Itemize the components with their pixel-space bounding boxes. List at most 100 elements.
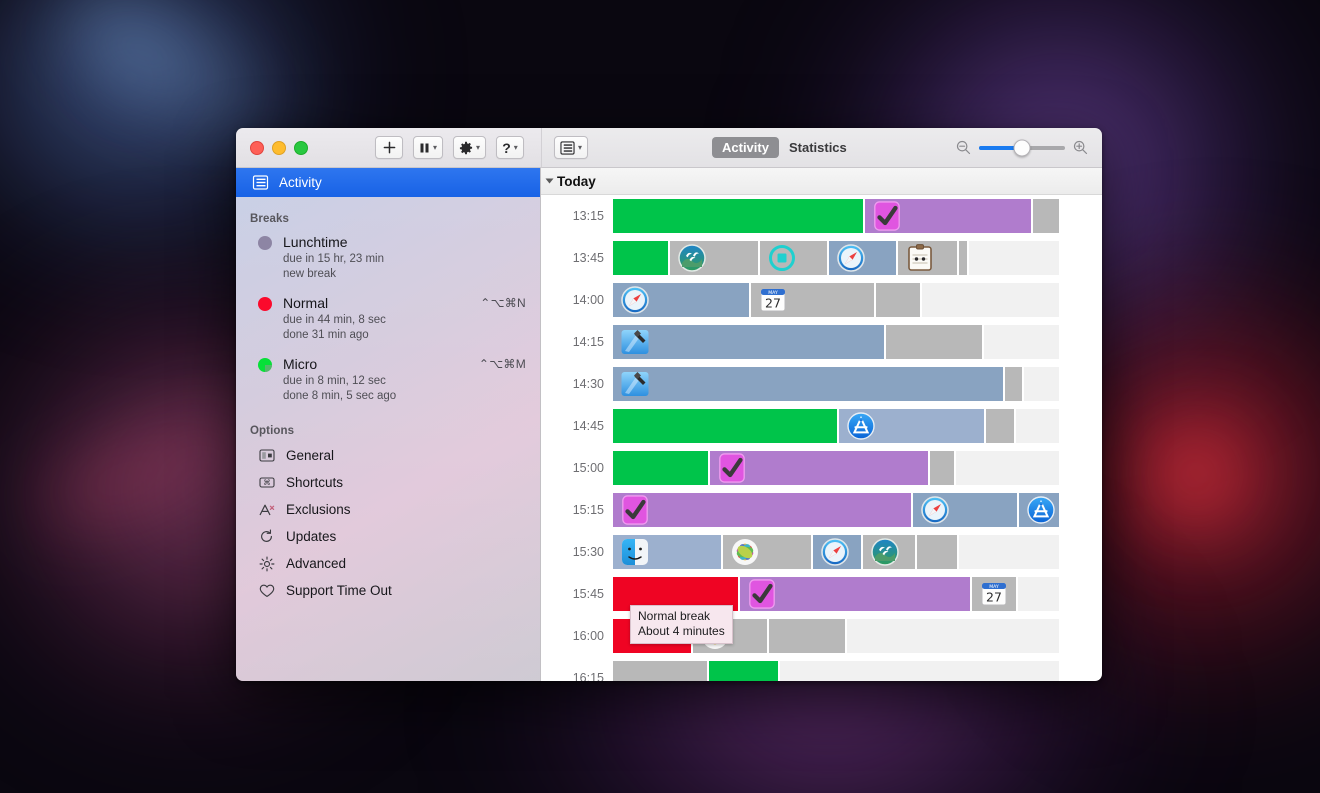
timeline-segment-app-gray[interactable] [1005, 367, 1022, 401]
timeline-segment-lunch-break[interactable] [613, 493, 911, 527]
timeline-segment-app-gray[interactable]: MAY 27 [751, 283, 874, 317]
break-due: due in 15 hr, 23 min [283, 253, 385, 265]
tab-activity[interactable]: Activity [712, 137, 779, 158]
timeline-segment-app-gray[interactable] [917, 535, 957, 569]
timeline-segment-lunch-break[interactable] [865, 199, 1031, 233]
break-item-normal[interactable]: Normal due in 44 min, 8 sec done 31 min … [236, 291, 540, 352]
timeline-segment-idle[interactable] [922, 283, 1059, 317]
timeline-segment-app-blue[interactable] [613, 367, 1003, 401]
timeline-segment-micro-break[interactable] [613, 241, 668, 275]
timeline-segment-lunch-break[interactable] [740, 577, 970, 611]
photos-icon [732, 539, 758, 565]
timeline-segment-app-blue[interactable] [613, 325, 884, 359]
timeline-segment-idle[interactable] [1018, 577, 1059, 611]
timeline-segment-app-gray[interactable] [886, 325, 982, 359]
timeline-segment-app-blue[interactable] [813, 535, 861, 569]
timeline-row-time: 13:45 [572, 251, 604, 265]
timeline-segment-app-gray[interactable] [930, 451, 954, 485]
timeline-segment-app-gray[interactable] [1033, 199, 1059, 233]
timeline-segment-lunch-break[interactable] [710, 451, 928, 485]
zoom-button[interactable] [294, 140, 308, 155]
gear-icon [459, 141, 473, 154]
break-color-dot [258, 236, 272, 250]
sidebar-item-shortcuts[interactable]: ⌘ Shortcuts [236, 469, 540, 496]
zoom-slider[interactable] [979, 139, 1065, 156]
break-status: new break [283, 267, 337, 280]
tab-statistics[interactable]: Statistics [779, 137, 857, 158]
pause-button[interactable]: ▾ [413, 136, 444, 159]
chevron-down-icon: ▾ [578, 142, 583, 152]
break-text: Micro due in 8 min, 12 sec done 8 min, 5… [283, 356, 396, 403]
tooltip-line-1: Normal break [638, 609, 711, 623]
timeline-segment-app-gray[interactable] [876, 283, 920, 317]
zoom-in-icon[interactable] [1073, 140, 1088, 155]
checkmark-icon [749, 579, 775, 609]
settings-button[interactable]: ▾ [453, 136, 487, 159]
heart-icon [258, 582, 275, 599]
disclosure-triangle-icon[interactable] [545, 178, 554, 184]
timeline-segment-app-blue[interactable] [829, 241, 896, 275]
sidebar-item-general[interactable]: General [236, 442, 540, 469]
timeline-segment-app-gray[interactable] [760, 241, 827, 275]
zoom-slider-knob[interactable] [1013, 139, 1031, 156]
timeline-row-time: 15:00 [572, 461, 604, 475]
add-break-button[interactable] [375, 136, 403, 159]
timeline-row: 15:30 [541, 531, 1102, 573]
timeline-group-header[interactable]: Today [541, 168, 1102, 195]
sidebar-item-updates[interactable]: Updates [236, 523, 540, 550]
safari-icon [821, 538, 849, 566]
close-button[interactable] [250, 140, 264, 155]
timeline-segment-app-blue[interactable] [913, 493, 1017, 527]
sidebar-item-support-time-out[interactable]: Support Time Out [236, 577, 540, 604]
sidebar-item-advanced[interactable]: Advanced [236, 550, 540, 577]
xcode-icon [621, 330, 649, 354]
timeline-segment-idle[interactable] [847, 619, 1059, 653]
plus-icon [383, 141, 395, 154]
timeline-segment-micro-break[interactable] [613, 451, 708, 485]
timeline-segment-app-gray[interactable] [986, 409, 1014, 443]
timeline-segment-idle[interactable] [956, 451, 1059, 485]
timeline-segment-app-gray[interactable]: MAY 27 [972, 577, 1016, 611]
break-color-dot [258, 358, 272, 372]
timeline-segment-app-gray[interactable] [959, 241, 967, 275]
timeline-segment-app-gray[interactable] [898, 241, 957, 275]
view-options-button[interactable]: ▾ [554, 136, 589, 159]
timeline-segment-app-blue[interactable] [1019, 493, 1059, 527]
xcode-icon [621, 372, 649, 396]
svg-text:⌘: ⌘ [263, 478, 271, 487]
break-name: Normal [283, 295, 329, 311]
timeline-segment-idle[interactable] [1016, 409, 1059, 443]
timeline-segment-app-gray[interactable] [670, 241, 758, 275]
timeline-segment-idle[interactable] [1024, 367, 1059, 401]
safari-icon [621, 286, 649, 314]
timeline-segment-app-bluelt[interactable] [839, 409, 984, 443]
timeline-segment-micro-break[interactable] [709, 661, 778, 681]
break-item-micro[interactable]: Micro due in 8 min, 12 sec done 8 min, 5… [236, 352, 540, 413]
break-item-lunchtime[interactable]: Lunchtime due in 15 hr, 23 min new break [236, 230, 540, 291]
sidebar-item-activity[interactable]: Activity [236, 168, 540, 197]
finder-icon [622, 539, 648, 565]
minimize-button[interactable] [272, 140, 286, 155]
timeline-segment-idle[interactable] [959, 535, 1059, 569]
timeline-segment-idle[interactable] [984, 325, 1059, 359]
timeline-segment-app-gray[interactable] [613, 661, 707, 681]
sidebar-item-label: Shortcuts [286, 475, 344, 490]
sidebar-item-exclusions[interactable]: Exclusions [236, 496, 540, 523]
exclusions-icon [258, 501, 275, 518]
timeline-segment-app-gray[interactable] [723, 535, 811, 569]
safari-icon [837, 244, 865, 272]
timeline-segment-idle[interactable] [969, 241, 1059, 275]
timeline-segment-app-gray[interactable] [863, 535, 915, 569]
timeline-segment-idle[interactable] [780, 661, 1059, 681]
timeline-segment-micro-break[interactable] [613, 409, 837, 443]
checkmark-icon [622, 495, 648, 525]
help-button[interactable]: ? ▾ [496, 136, 525, 159]
timeline-segment-app-gray[interactable] [769, 619, 845, 653]
timeline-segment-app-bluelt[interactable] [613, 535, 721, 569]
titlebar-button-group: ▾ ▾ ? ▾ [375, 136, 525, 159]
timeline-segment-micro-break[interactable] [613, 199, 863, 233]
window-controls[interactable] [250, 140, 308, 155]
timeline-segment-app-blue[interactable] [613, 283, 749, 317]
zoom-out-icon[interactable] [956, 140, 971, 155]
activity-timeline-panel: Today 13:15 13:45 14:00 MAY 27 14:15 14:… [541, 168, 1102, 681]
